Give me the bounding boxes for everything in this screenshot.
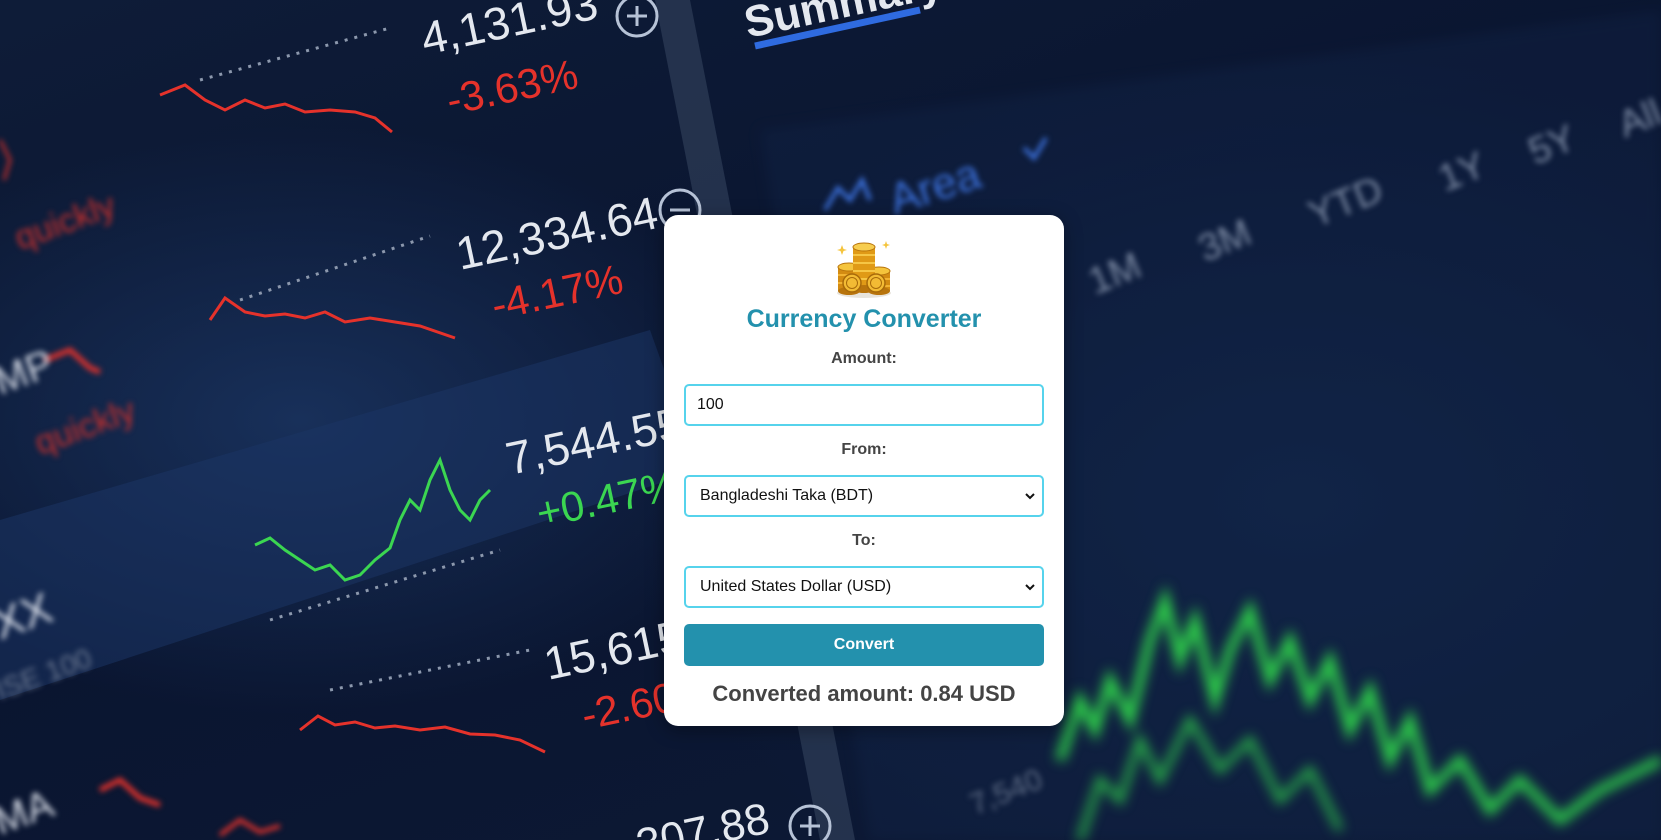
ticker-price: 12,334.64 <box>451 186 662 279</box>
ticker-change: -3.63% <box>442 50 582 124</box>
amount-input[interactable] <box>684 384 1044 426</box>
side-label: quickly <box>30 391 141 462</box>
side-label: MA <box>0 781 60 840</box>
dotted-baseline <box>239 234 431 302</box>
page-title: Currency Converter <box>746 305 982 333</box>
chevron-down-icon <box>1025 584 1035 591</box>
coin-stack-icon <box>837 241 891 298</box>
amount-label: Amount: <box>831 350 897 367</box>
side-label: quickly <box>10 186 121 257</box>
to-currency-value: United States Dollar (USD) <box>700 578 892 595</box>
currency-converter-card: Currency Converter Amount: From: Banglad… <box>664 215 1064 726</box>
add-circle-icon <box>615 0 659 38</box>
dotted-baseline <box>199 26 391 82</box>
sparkline-red <box>98 777 161 808</box>
conversion-result: Converted amount: 0.84 USD <box>712 681 1016 706</box>
sparkline-red <box>299 714 546 754</box>
side-label: MP <box>0 342 59 404</box>
from-currency-value: Bangladeshi Taka (BDT) <box>700 487 874 504</box>
from-currency-label: From: <box>841 441 887 458</box>
dotted-baseline <box>329 648 531 692</box>
panel-heading: Summary <box>740 0 947 48</box>
sparkline-red <box>218 817 281 837</box>
to-currency-label: To: <box>852 532 876 549</box>
sparkline-red <box>159 83 393 134</box>
sparkline-red <box>208 295 456 340</box>
to-currency-select[interactable]: United States Dollar (USD) <box>684 566 1044 608</box>
chevron-down-icon <box>1025 493 1035 500</box>
ticker-price: 4,131.93 <box>416 0 602 65</box>
from-currency-select[interactable]: Bangladeshi Taka (BDT) <box>684 475 1044 517</box>
convert-button[interactable]: Convert <box>684 624 1044 666</box>
sparkline-red <box>0 139 12 181</box>
ticker-price: 307.88 <box>632 794 774 840</box>
